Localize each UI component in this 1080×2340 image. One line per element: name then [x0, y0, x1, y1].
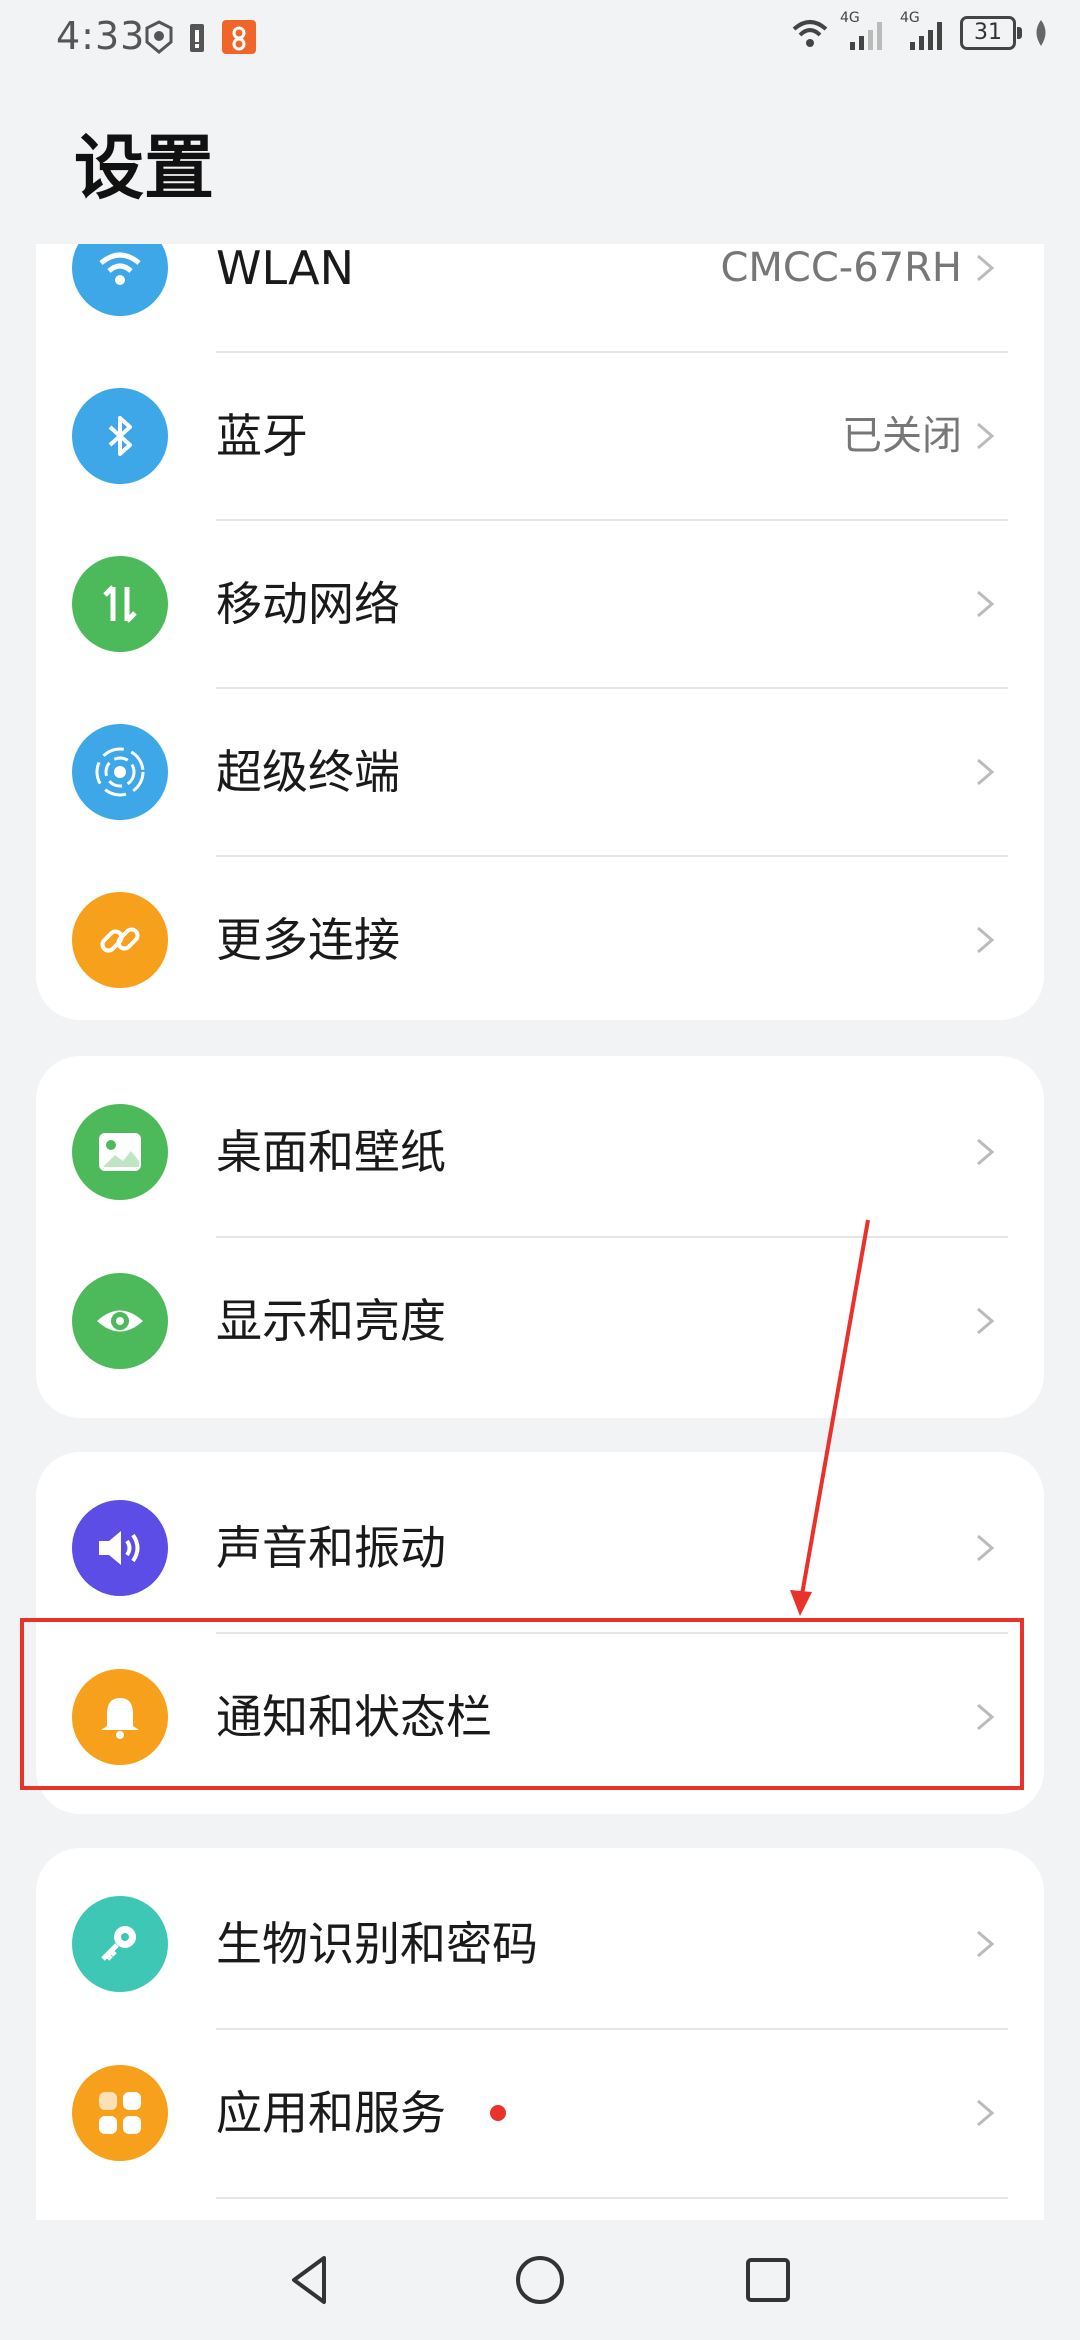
- settings-item-label: 更多连接: [216, 913, 400, 967]
- settings-item-label: 蓝牙: [216, 409, 308, 463]
- settings-item-super-device[interactable]: 超级终端: [36, 688, 1044, 856]
- chevron-right-icon: [977, 1138, 995, 1166]
- page-title: 设置: [74, 127, 214, 209]
- signal-icon: 4G: [900, 10, 950, 50]
- link-icon: [72, 892, 168, 988]
- status-bar: 4:33 4G 4G 31: [0, 0, 1080, 80]
- settings-item-apps[interactable]: 应用和服务: [36, 2029, 1044, 2197]
- settings-item-wallpaper[interactable]: 桌面和壁纸: [36, 1068, 1044, 1236]
- settings-item-mobile-network[interactable]: 移动网络: [36, 520, 1044, 688]
- settings-item-bluetooth[interactable]: 蓝牙 已关闭: [36, 352, 1044, 520]
- back-icon[interactable]: [280, 2248, 344, 2312]
- apps-icon: [72, 2065, 168, 2161]
- wallpaper-icon: [72, 1104, 168, 1200]
- navigation-bar: [0, 2220, 1080, 2340]
- leaf-icon: [1036, 20, 1046, 46]
- settings-item-more-connections[interactable]: 更多连接: [36, 856, 1044, 1020]
- chevron-right-icon: [977, 1930, 995, 1958]
- battery-alert-icon: [190, 24, 204, 52]
- mobile-data-icon: [72, 556, 168, 652]
- speaker-icon: [72, 1500, 168, 1596]
- settings-item-wlan[interactable]: WLAN CMCC-67RH: [36, 244, 1044, 352]
- divider: [216, 2197, 1008, 2199]
- battery-icon: 31: [960, 16, 1022, 50]
- highlight-box: [20, 1618, 1024, 1790]
- bluetooth-icon: [72, 388, 168, 484]
- settings-item-label: 超级终端: [216, 745, 400, 799]
- status-right: 4G 4G 31: [790, 10, 1050, 50]
- card-display: 桌面和壁纸 显示和亮度: [36, 1056, 1044, 1418]
- recents-icon[interactable]: [736, 2248, 800, 2312]
- settings-list[interactable]: WLAN CMCC-67RH 蓝牙 已关闭 移动网络 超级终端 更多连接 桌面和…: [0, 244, 1080, 2244]
- settings-item-display[interactable]: 显示和亮度: [36, 1237, 1044, 1405]
- settings-item-value: 已关闭: [842, 413, 962, 459]
- chevron-right-icon: [977, 1534, 995, 1562]
- eye-icon: [72, 1273, 168, 1369]
- key-icon: [72, 1896, 168, 1992]
- settings-item-label: 应用和服务: [216, 2086, 446, 2140]
- app-notification-icon: [222, 20, 256, 54]
- settings-item-value: CMCC-67RH: [720, 245, 962, 291]
- new-badge-dot: [490, 2105, 506, 2121]
- chevron-right-icon: [977, 2099, 995, 2127]
- chevron-right-icon: [977, 254, 995, 282]
- card-connectivity: WLAN CMCC-67RH 蓝牙 已关闭 移动网络 超级终端 更多连接: [36, 244, 1044, 1020]
- hand-icon: [145, 20, 173, 54]
- card-security-apps: 生物识别和密码 应用和服务: [36, 1848, 1044, 2244]
- wifi-icon: [792, 20, 828, 47]
- settings-item-label: 生物识别和密码: [216, 1917, 538, 1971]
- wifi-icon: [72, 244, 168, 316]
- settings-item-label: 桌面和壁纸: [216, 1125, 446, 1179]
- settings-item-biometrics[interactable]: 生物识别和密码: [36, 1860, 1044, 2028]
- settings-item-label: 移动网络: [216, 577, 400, 631]
- settings-item-label: 声音和振动: [216, 1521, 446, 1575]
- settings-item-sound[interactable]: 声音和振动: [36, 1464, 1044, 1632]
- settings-item-label: 显示和亮度: [216, 1294, 446, 1348]
- settings-item-label: WLAN: [216, 244, 355, 295]
- status-time: 4:33: [56, 14, 146, 58]
- chevron-right-icon: [977, 758, 995, 786]
- chevron-right-icon: [977, 422, 995, 450]
- chevron-right-icon: [977, 590, 995, 618]
- super-device-icon: [72, 724, 168, 820]
- home-icon[interactable]: [508, 2248, 572, 2312]
- chevron-right-icon: [977, 926, 995, 954]
- signal-icon: 4G: [840, 10, 890, 50]
- chevron-right-icon: [977, 1307, 995, 1335]
